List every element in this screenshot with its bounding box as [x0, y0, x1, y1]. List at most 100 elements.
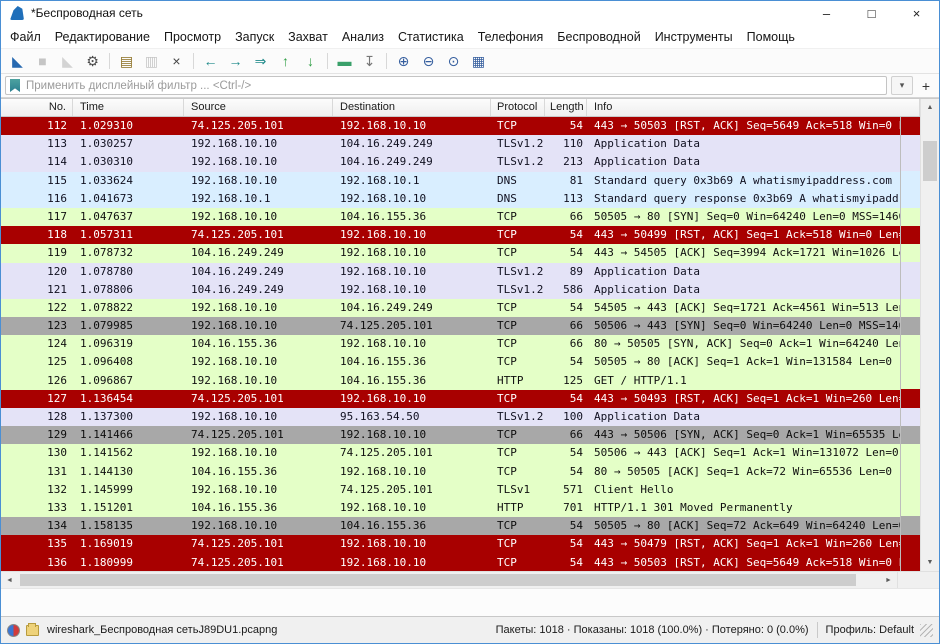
- menu-item-5[interactable]: Захват: [281, 27, 335, 47]
- cell-no: 114: [1, 153, 73, 171]
- packet-row-127[interactable]: 1271.13645474.125.205.101192.168.10.10TC…: [1, 390, 900, 408]
- scroll-down-icon[interactable]: ▼: [921, 554, 939, 571]
- forward-icon[interactable]: →: [223, 50, 248, 72]
- cell-no: 125: [1, 353, 73, 371]
- add-filter-button[interactable]: +: [917, 76, 935, 95]
- intelligent-scrollbar[interactable]: [900, 117, 920, 571]
- menu-item-7[interactable]: Статистика: [391, 27, 471, 47]
- expert-info-icon[interactable]: [7, 624, 20, 637]
- colorize-icon[interactable]: ▬: [332, 50, 357, 72]
- packet-row-133[interactable]: 1331.151201104.16.155.36192.168.10.10HTT…: [1, 499, 900, 517]
- zoom-original-icon[interactable]: ⊙: [441, 50, 466, 72]
- menu-item-1[interactable]: Файл: [3, 27, 48, 47]
- horizontal-scrollbar[interactable]: ◄ ►: [1, 571, 939, 588]
- packet-row-116[interactable]: 1161.041673192.168.10.1192.168.10.10DNS1…: [1, 190, 900, 208]
- resize-grip[interactable]: [920, 624, 933, 637]
- cell-time: 1.033624: [73, 172, 184, 190]
- packet-row-115[interactable]: 1151.033624192.168.10.10192.168.10.1DNS8…: [1, 172, 900, 190]
- profile-label[interactable]: Профиль: Default: [826, 624, 914, 636]
- packet-row-119[interactable]: 1191.078732104.16.249.249192.168.10.10TC…: [1, 244, 900, 262]
- vertical-scrollbar[interactable]: ▲ ▼: [920, 99, 939, 571]
- cell-info: Application Data: [587, 135, 900, 153]
- zoom-in-icon[interactable]: ⊕: [391, 50, 416, 72]
- packet-row-129[interactable]: 1291.14146674.125.205.101192.168.10.10TC…: [1, 426, 900, 444]
- packet-row-117[interactable]: 1171.047637192.168.10.10104.16.155.36TCP…: [1, 208, 900, 226]
- column-header-info[interactable]: Info: [587, 99, 920, 116]
- close-button[interactable]: ×: [894, 1, 939, 25]
- horizontal-scroll-track[interactable]: [18, 572, 880, 588]
- minimap-segment: [901, 535, 920, 553]
- first-packet-icon[interactable]: ↑: [273, 50, 298, 72]
- cell-len: 213: [545, 153, 587, 171]
- vertical-scroll-thumb[interactable]: [923, 141, 937, 181]
- capture-options-icon[interactable]: ⚙: [80, 50, 105, 72]
- packet-row-112[interactable]: 1121.02931074.125.205.101192.168.10.10TC…: [1, 117, 900, 135]
- title-bar[interactable]: *Беспроводная сеть – □ ×: [1, 1, 939, 25]
- menu-item-4[interactable]: Запуск: [228, 27, 281, 47]
- column-header-src[interactable]: Source: [184, 99, 333, 116]
- menu-item-3[interactable]: Просмотр: [157, 27, 228, 47]
- packet-row-136[interactable]: 1361.18099974.125.205.101192.168.10.10TC…: [1, 554, 900, 572]
- open-file-icon[interactable]: ▤: [114, 50, 139, 72]
- packet-row-125[interactable]: 1251.096408192.168.10.10104.16.155.36TCP…: [1, 353, 900, 371]
- cell-dst: 104.16.155.36: [333, 353, 491, 371]
- menu-item-8[interactable]: Телефония: [471, 27, 551, 47]
- packet-row-118[interactable]: 1181.05731174.125.205.101192.168.10.10TC…: [1, 226, 900, 244]
- last-packet-icon[interactable]: ↓: [298, 50, 323, 72]
- packet-row-135[interactable]: 1351.16901974.125.205.101192.168.10.10TC…: [1, 535, 900, 553]
- menu-item-11[interactable]: Помощь: [740, 27, 802, 47]
- menu-item-2[interactable]: Редактирование: [48, 27, 157, 47]
- horizontal-scroll-thumb[interactable]: [20, 574, 856, 586]
- autoscroll-icon[interactable]: ↧: [357, 50, 382, 72]
- packet-row-113[interactable]: 1131.030257192.168.10.10104.16.249.249TL…: [1, 135, 900, 153]
- scroll-right-icon[interactable]: ►: [880, 572, 897, 589]
- column-header-dst[interactable]: Destination: [333, 99, 491, 116]
- cell-info: Client Hello: [587, 481, 900, 499]
- packet-row-123[interactable]: 1231.079985192.168.10.1074.125.205.101TC…: [1, 317, 900, 335]
- cell-time: 1.180999: [73, 554, 184, 572]
- maximize-button[interactable]: □: [849, 1, 894, 25]
- packet-row-124[interactable]: 1241.096319104.16.155.36192.168.10.10TCP…: [1, 335, 900, 353]
- minimap-segment: [901, 135, 920, 153]
- cell-src: 192.168.10.10: [184, 135, 333, 153]
- start-capture-icon[interactable]: ◣: [5, 50, 30, 72]
- cell-no: 136: [1, 554, 73, 572]
- scroll-left-icon[interactable]: ◄: [1, 572, 18, 589]
- packet-row-114[interactable]: 1141.030310192.168.10.10104.16.249.249TL…: [1, 153, 900, 171]
- cell-time: 1.078732: [73, 244, 184, 262]
- menu-item-10[interactable]: Инструменты: [648, 27, 740, 47]
- packet-row-132[interactable]: 1321.145999192.168.10.1074.125.205.101TL…: [1, 481, 900, 499]
- zoom-out-icon[interactable]: ⊖: [416, 50, 441, 72]
- display-filter-input[interactable]: Применить дисплейный фильтр ... <Ctrl-/>: [5, 76, 887, 95]
- column-header-proto[interactable]: Protocol: [491, 99, 545, 116]
- cell-src: 104.16.155.36: [184, 499, 333, 517]
- menu-item-6[interactable]: Анализ: [335, 27, 391, 47]
- cell-no: 134: [1, 517, 73, 535]
- packet-row-130[interactable]: 1301.141562192.168.10.1074.125.205.101TC…: [1, 444, 900, 462]
- packet-row-120[interactable]: 1201.078780104.16.249.249192.168.10.10TL…: [1, 263, 900, 281]
- resize-columns-icon[interactable]: ▦: [466, 50, 491, 72]
- wireshark-window: *Беспроводная сеть – □ × ФайлРедактирова…: [0, 0, 940, 644]
- packet-row-131[interactable]: 1311.144130104.16.155.36192.168.10.10TCP…: [1, 463, 900, 481]
- close-file-icon[interactable]: ×: [164, 50, 189, 72]
- cell-info: Application Data: [587, 281, 900, 299]
- column-header-len[interactable]: Length: [545, 99, 587, 116]
- packet-row-134[interactable]: 1341.158135192.168.10.10104.16.155.36TCP…: [1, 517, 900, 535]
- cell-info: 50505 → 80 [ACK] Seq=72 Ack=649 Win=6424…: [587, 517, 900, 535]
- column-header-no[interactable]: No.: [1, 99, 73, 116]
- filter-history-dropdown[interactable]: ▾: [891, 76, 913, 95]
- cell-len: 54: [545, 390, 587, 408]
- capture-comment-icon[interactable]: [26, 625, 39, 636]
- back-icon[interactable]: ←: [198, 50, 223, 72]
- cell-src: 192.168.10.10: [184, 172, 333, 190]
- packet-row-122[interactable]: 1221.078822192.168.10.10104.16.249.249TC…: [1, 299, 900, 317]
- packet-row-121[interactable]: 1211.078806104.16.249.249192.168.10.10TL…: [1, 281, 900, 299]
- filter-bookmark-icon[interactable]: [10, 79, 20, 92]
- column-header-time[interactable]: Time: [73, 99, 184, 116]
- packet-row-128[interactable]: 1281.137300192.168.10.1095.163.54.50TLSv…: [1, 408, 900, 426]
- goto-packet-icon[interactable]: ⇒: [248, 50, 273, 72]
- menu-item-9[interactable]: Беспроводной: [550, 27, 647, 47]
- minimize-button[interactable]: –: [804, 1, 849, 25]
- packet-row-126[interactable]: 1261.096867192.168.10.10104.16.155.36HTT…: [1, 372, 900, 390]
- scroll-up-icon[interactable]: ▲: [921, 99, 939, 116]
